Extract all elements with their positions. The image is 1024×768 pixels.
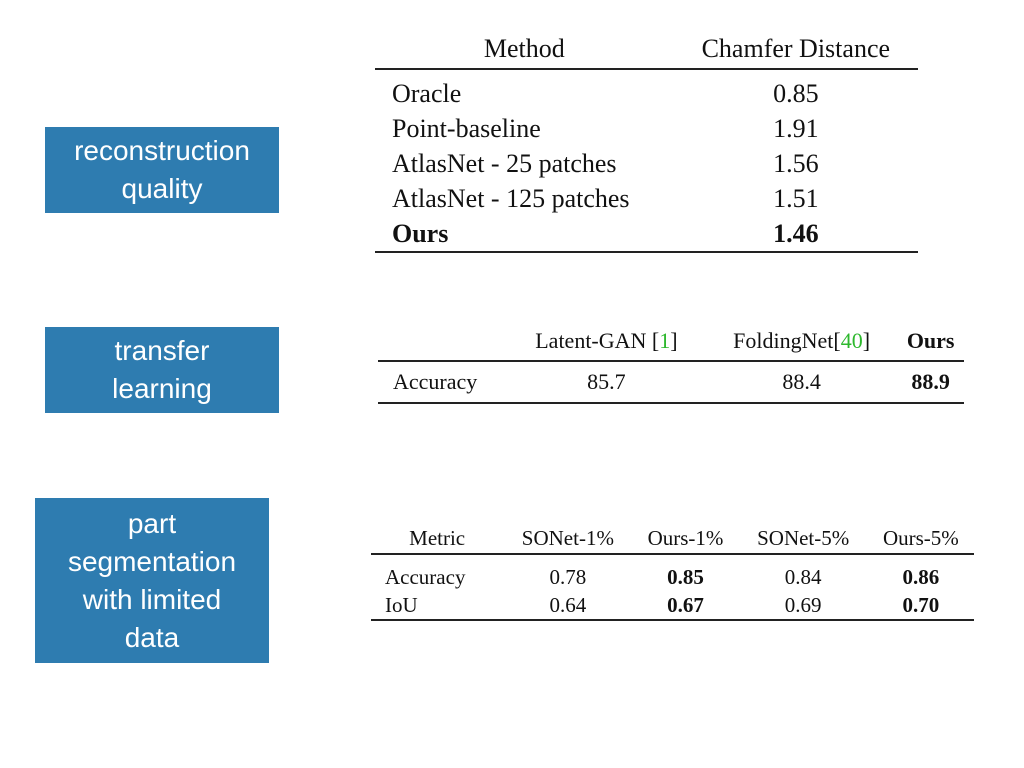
value-cell: 88.4 <box>706 361 897 403</box>
method-cell: AtlasNet - 125 patches <box>375 181 674 216</box>
value-cell: 1.91 <box>674 111 918 146</box>
header-chamfer: Chamfer Distance <box>674 34 918 69</box>
header-method: Method <box>375 34 674 69</box>
label-text: reconstruction quality <box>74 132 250 208</box>
transfer-table: Latent-GAN [1] FoldingNet[40] Ours Accur… <box>378 326 964 408</box>
reconstruction-quality-label: reconstruction quality <box>45 127 279 213</box>
method-cell: Point-baseline <box>375 111 674 146</box>
table-row: Ours 1.46 <box>375 216 918 252</box>
part-segmentation-label: part segmentation with limited data <box>35 498 269 663</box>
header-latent-gan: Latent-GAN [1] <box>507 326 706 361</box>
table-row: AtlasNet - 25 patches 1.56 <box>375 146 918 181</box>
value-cell: 85.7 <box>507 361 706 403</box>
value-cell: 0.85 <box>632 563 738 591</box>
label-text: part segmentation with limited data <box>68 505 236 657</box>
value-cell: 0.86 <box>868 563 974 591</box>
header-sonet-5: SONet-5% <box>739 523 868 554</box>
metric-cell: Accuracy <box>378 361 507 403</box>
table-row: Accuracy 0.78 0.85 0.84 0.86 <box>371 563 974 591</box>
header-ours-5: Ours-5% <box>868 523 974 554</box>
value-cell: 1.46 <box>674 216 918 252</box>
header-metric: Metric <box>371 523 503 554</box>
value-cell: 0.64 <box>503 591 632 620</box>
metric-cell: Accuracy <box>371 563 503 591</box>
table-row: Accuracy 85.7 88.4 88.9 <box>378 361 964 403</box>
value-cell: 0.78 <box>503 563 632 591</box>
value-cell: 0.70 <box>868 591 974 620</box>
value-cell: 88.9 <box>897 361 964 403</box>
header-sonet-1: SONet-1% <box>503 523 632 554</box>
method-cell: Oracle <box>375 76 674 111</box>
transfer-learning-label: transfer learning <box>45 327 279 413</box>
header-ours-1: Ours-1% <box>632 523 738 554</box>
reconstruction-table: Method Chamfer Distance Oracle 0.85 Poin… <box>375 34 918 255</box>
segmentation-table: Metric SONet-1% Ours-1% SONet-5% Ours-5%… <box>371 523 974 623</box>
method-cell: AtlasNet - 25 patches <box>375 146 674 181</box>
table-row: AtlasNet - 125 patches 1.51 <box>375 181 918 216</box>
value-cell: 0.69 <box>739 591 868 620</box>
table-row: Oracle 0.85 <box>375 76 918 111</box>
label-text: transfer learning <box>112 332 212 408</box>
method-cell: Ours <box>375 216 674 252</box>
header-foldingnet: FoldingNet[40] <box>706 326 897 361</box>
value-cell: 1.56 <box>674 146 918 181</box>
value-cell: 0.85 <box>674 76 918 111</box>
metric-cell: IoU <box>371 591 503 620</box>
header-ours: Ours <box>897 326 964 361</box>
table-row: Point-baseline 1.91 <box>375 111 918 146</box>
value-cell: 1.51 <box>674 181 918 216</box>
table-row: IoU 0.64 0.67 0.69 0.70 <box>371 591 974 620</box>
value-cell: 0.84 <box>739 563 868 591</box>
value-cell: 0.67 <box>632 591 738 620</box>
